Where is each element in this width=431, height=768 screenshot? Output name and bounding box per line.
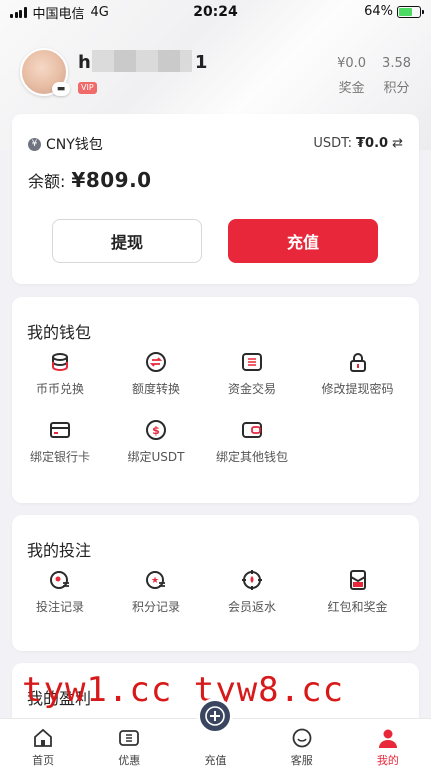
home-icon — [34, 728, 52, 747]
lock-icon — [349, 353, 366, 372]
usdt-balance[interactable]: USDT: ₮0.0 ⇄ — [313, 136, 403, 151]
svg-text:★: ★ — [151, 576, 159, 586]
username-mask — [92, 50, 192, 72]
deposit-icon — [205, 706, 225, 726]
section-title: 我的投注 — [27, 541, 92, 560]
red-packet-icon — [349, 570, 366, 590]
profile-header: ▬ h1 VIP ¥0.0 奖金 3.58 积分 — [20, 48, 411, 104]
fund-trade-item[interactable]: 资金交易 — [204, 349, 300, 417]
points-record-item[interactable]: ★ 积分记录 — [108, 567, 204, 635]
svg-text:$: $ — [152, 424, 160, 437]
bind-usdt-item[interactable]: $ 绑定USDT — [108, 417, 204, 485]
member-rebate-item[interactable]: 会员返水 — [204, 567, 300, 635]
bet-record-item[interactable]: 投注记录 — [12, 567, 108, 635]
tab-promotions[interactable]: 优惠 — [86, 719, 172, 768]
swap-icon[interactable]: ⇄ — [392, 136, 403, 151]
signal-icon — [10, 6, 27, 18]
section-title: 我的钱包 — [27, 323, 92, 342]
profile-icon — [378, 729, 397, 748]
support-icon — [292, 728, 312, 748]
cny-wallet-card: ¥ CNY钱包 USDT: ₮0.0 ⇄ 余额: ¥809.0 提现 充值 — [12, 114, 419, 284]
deposit-center-button[interactable] — [197, 698, 233, 734]
tab-profile[interactable]: 我的 — [345, 719, 431, 768]
balance-amount: ¥809.0 — [71, 168, 152, 192]
deposit-button[interactable]: 充值 — [228, 219, 378, 263]
bet-record-icon — [50, 571, 69, 589]
coins-icon — [52, 353, 68, 372]
edit-avatar-icon[interactable]: ▬ — [52, 82, 70, 96]
wallet-icon — [242, 422, 262, 438]
network-label: 4G — [90, 4, 109, 20]
tab-home[interactable]: 首页 — [0, 719, 86, 768]
dollar-icon: $ — [146, 420, 166, 440]
tab-support[interactable]: 客服 — [259, 719, 345, 768]
bind-other-wallet-item[interactable]: 绑定其他钱包 — [204, 417, 300, 485]
battery-percent: 64% — [364, 4, 393, 19]
points-record-icon: ★ — [146, 571, 165, 589]
transfer-icon — [146, 352, 166, 372]
points-stat[interactable]: 3.58 积分 — [382, 56, 411, 96]
my-wallet-section: 我的钱包 币币兑换 额度转换 资金交易 修改提现密码 绑定银行卡 $ 绑定USD… — [12, 297, 419, 503]
coupon-icon — [119, 730, 140, 746]
section-title: 我的盈利 — [27, 689, 92, 708]
red-packet-item[interactable]: 红包和奖金 — [300, 567, 415, 635]
change-password-item[interactable]: 修改提现密码 — [300, 349, 415, 417]
quota-transfer-item[interactable]: 额度转换 — [108, 349, 204, 417]
bind-bank-card-item[interactable]: 绑定银行卡 — [12, 417, 108, 485]
withdraw-button[interactable]: 提现 — [52, 219, 202, 263]
status-bar: 中国电信 4G 20:24 64% — [0, 0, 431, 24]
carrier-label: 中国电信 — [32, 6, 85, 22]
list-icon — [242, 353, 262, 371]
rebate-icon — [242, 570, 262, 590]
yuan-icon: ¥ — [28, 137, 41, 151]
bonus-stat[interactable]: ¥0.0 奖金 — [337, 56, 366, 96]
vip-badge: VIP — [78, 82, 97, 94]
balance: 余额: ¥809.0 — [28, 168, 152, 192]
my-bets-section: 我的投注 投注记录 ★ 积分记录 会员返水 红包和奖金 — [12, 515, 419, 651]
battery-icon — [397, 5, 424, 18]
card-icon — [50, 422, 70, 438]
coin-exchange-item[interactable]: 币币兑换 — [12, 349, 108, 417]
wallet-title: CNY钱包 — [46, 137, 103, 153]
